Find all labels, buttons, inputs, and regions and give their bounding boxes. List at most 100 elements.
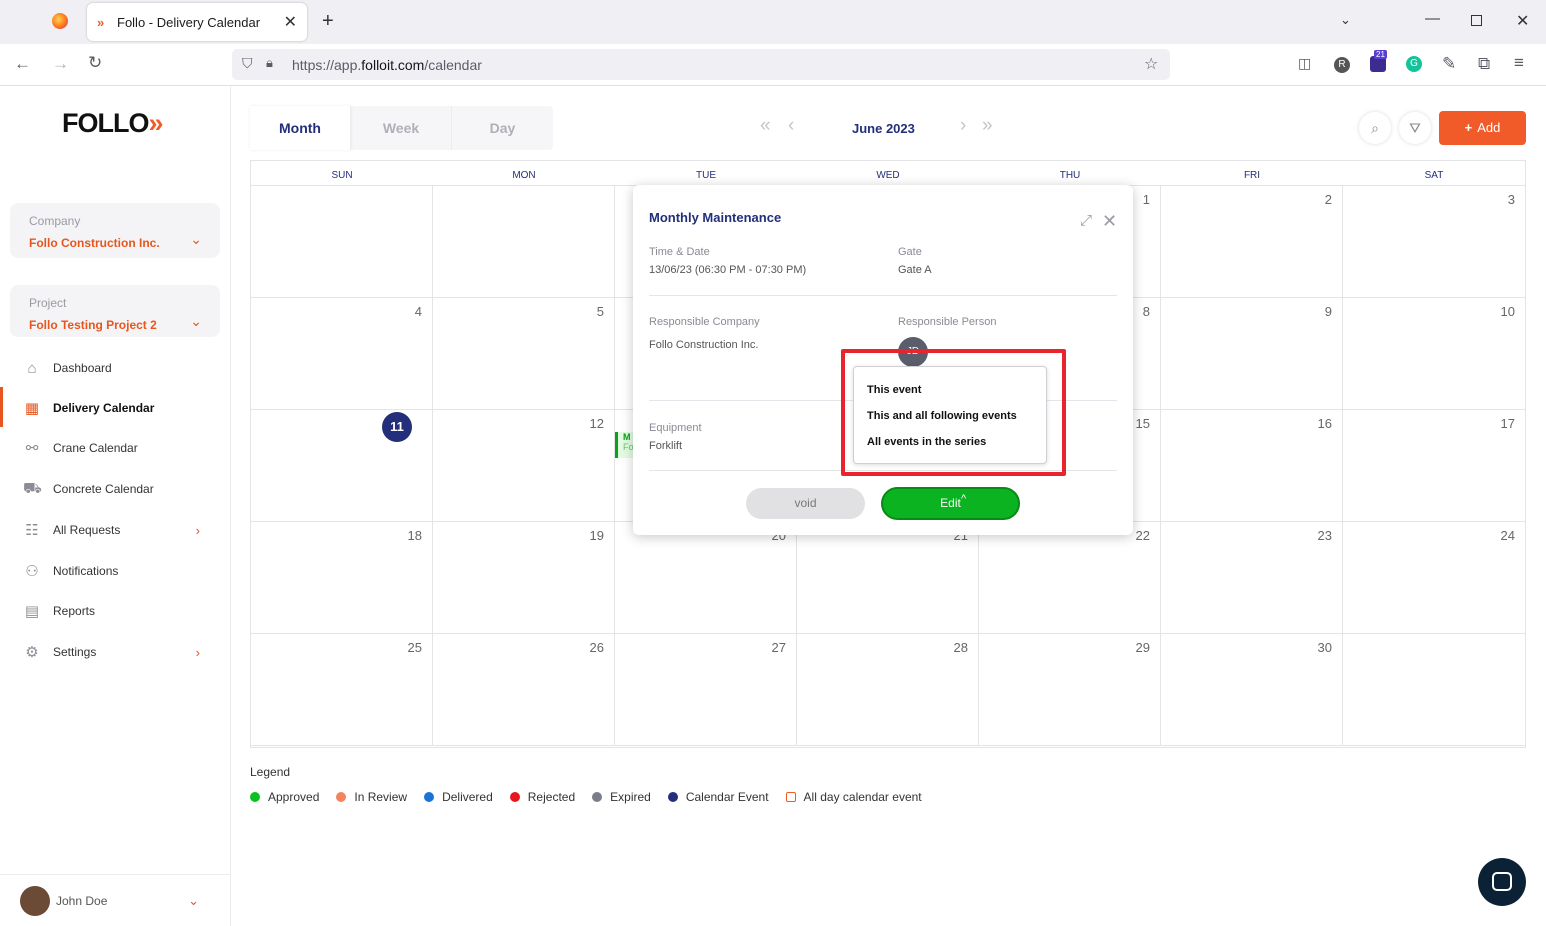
follo-favicon-icon: » xyxy=(97,14,105,30)
calendar-day-cell[interactable] xyxy=(1343,634,1525,746)
lock-icon[interactable]: 🔒︎ xyxy=(266,55,273,71)
calendar-day-cell[interactable]: 4 xyxy=(251,298,433,410)
url-bar[interactable]: ⛉ 🔒︎ https://app. folloit.com/calendar ☆ xyxy=(232,49,1170,80)
option-this-and-following[interactable]: This and all following events xyxy=(867,410,1017,422)
extensions-puzzle-icon[interactable]: ⧉ xyxy=(1478,54,1490,74)
calendar-day-cell[interactable]: 2 xyxy=(1161,186,1343,298)
grammarly-icon[interactable]: G xyxy=(1406,56,1422,72)
sidebar-item-dashboard[interactable]: ⌂ Dashboard xyxy=(0,354,230,382)
next-month-icon[interactable]: › xyxy=(960,115,966,137)
browser-tab[interactable]: » Follo - Delivery Calendar ✕ xyxy=(87,3,307,41)
company-selector[interactable]: Company Follo Construction Inc. ⌄ xyxy=(10,203,220,258)
chevron-down-icon[interactable]: ⌄ xyxy=(188,893,199,909)
day-number: 28 xyxy=(953,640,968,655)
edit-button[interactable]: Edit ^ xyxy=(881,487,1020,520)
url-path: /calendar xyxy=(424,56,482,73)
avatar xyxy=(20,885,50,916)
calendar-day-cell[interactable]: 29 xyxy=(979,634,1161,746)
add-label: Add xyxy=(1477,120,1501,135)
calendar-day-cell[interactable]: 17 xyxy=(1343,410,1525,522)
option-this-event[interactable]: This event xyxy=(867,384,921,396)
calendar-day-cell[interactable]: 19 xyxy=(433,522,615,634)
calendar-day-cell[interactable] xyxy=(251,186,433,298)
follo-logo[interactable]: FOLLO» xyxy=(62,108,164,139)
sidebar-item-delivery-calendar[interactable]: ▦ Delivery Calendar xyxy=(0,394,230,422)
firefox-icon[interactable] xyxy=(52,13,68,29)
sidebar-item-all-requests[interactable]: ☷ All Requests › xyxy=(0,516,230,544)
next-year-icon[interactable]: » xyxy=(982,115,993,137)
option-all-events[interactable]: All events in the series xyxy=(867,436,986,448)
edit-label: Edit xyxy=(940,496,961,510)
calendar-day-cell[interactable]: 30 xyxy=(1161,634,1343,746)
profile-avatar[interactable]: R xyxy=(1334,57,1350,73)
calendar-day-cell[interactable]: 26 xyxy=(433,634,615,746)
sidebar-item-label: Notifications xyxy=(53,564,119,578)
prev-year-icon[interactable]: « xyxy=(760,115,771,137)
shield-icon[interactable]: ⛉ xyxy=(242,55,253,72)
calendar-event-chip[interactable]: M Fo xyxy=(615,432,634,458)
filter-button[interactable]: ⛛ xyxy=(1399,112,1431,144)
calendar-day-cell[interactable]: 16 xyxy=(1161,410,1343,522)
pocket-icon[interactable]: ◫ xyxy=(1298,55,1311,72)
sidebar-item-label: All Requests xyxy=(53,523,121,537)
calendar-day-cell[interactable]: 18 xyxy=(251,522,433,634)
calendar-day-cell[interactable]: 10 xyxy=(1343,298,1525,410)
eyedropper-icon[interactable]: ✎ xyxy=(1442,54,1456,74)
close-tab-icon[interactable]: ✕ xyxy=(284,12,297,32)
minimize-icon[interactable]: — xyxy=(1425,10,1440,27)
equipment-label: Equipment xyxy=(649,422,702,434)
search-icon: ⌕ xyxy=(1371,120,1379,136)
calendar-day-cell[interactable]: 24 xyxy=(1343,522,1525,634)
day-number: 12 xyxy=(589,416,604,431)
new-tab-button[interactable]: + xyxy=(322,10,334,33)
sidebar-item-concrete-calendar[interactable]: ⛟ Concrete Calendar xyxy=(0,475,230,503)
calendar-day-cell[interactable]: 21 xyxy=(797,522,979,634)
calendar-day-cell[interactable]: 5 xyxy=(433,298,615,410)
prev-month-icon[interactable]: ‹ xyxy=(788,115,794,137)
calendar-day-cell[interactable]: 22 xyxy=(979,522,1161,634)
chevron-down-icon[interactable]: ⌄ xyxy=(190,313,202,330)
close-icon[interactable]: ✕ xyxy=(1102,211,1117,232)
add-button[interactable]: + Add xyxy=(1439,111,1526,145)
day-of-week-label: THU xyxy=(1059,170,1081,181)
tab-month[interactable]: Month xyxy=(250,106,351,150)
user-menu[interactable]: John Doe ⌄ xyxy=(0,874,231,926)
project-selector[interactable]: Project Follo Testing Project 2 ⌄ xyxy=(10,285,220,337)
sidebar-item-reports[interactable]: ▤ Reports xyxy=(0,597,230,625)
calendar-day-cell[interactable]: 12 xyxy=(433,410,615,522)
calendar-day-cell[interactable]: 9 xyxy=(1161,298,1343,410)
sidebar-item-notifications[interactable]: ⚇ Notifications xyxy=(0,557,230,585)
bookmark-star-icon[interactable]: ☆ xyxy=(1144,54,1158,74)
chevron-down-icon[interactable]: ⌄ xyxy=(190,231,202,248)
calendar-day-cell[interactable] xyxy=(433,186,615,298)
tab-week[interactable]: Week xyxy=(351,106,452,150)
maximize-icon[interactable] xyxy=(1471,15,1482,26)
calendar-day-cell[interactable]: 28 xyxy=(797,634,979,746)
forward-icon[interactable]: → xyxy=(52,54,69,74)
day-of-week-label: FRI xyxy=(1243,170,1261,181)
search-button[interactable]: ⌕ xyxy=(1359,112,1391,144)
tab-list-icon[interactable]: ⌄ xyxy=(1340,12,1351,28)
close-window-icon[interactable]: ✕ xyxy=(1516,11,1529,31)
tab-day[interactable]: Day xyxy=(452,106,553,150)
reload-icon[interactable]: ↻ xyxy=(88,53,102,73)
void-button[interactable]: void xyxy=(746,488,865,519)
calendar-day-cell[interactable]: 20 xyxy=(615,522,797,634)
expand-icon[interactable]: ⤢ xyxy=(1080,212,1092,229)
requests-icon: ☷ xyxy=(25,522,39,539)
day-number: 2 xyxy=(1324,192,1332,207)
time-date-value: 13/06/23 (06:30 PM - 07:30 PM) xyxy=(649,264,807,276)
sidebar-item-settings[interactable]: ⚙ Settings › xyxy=(0,638,230,666)
legend-label: Expired xyxy=(610,790,651,804)
sidebar-item-crane-calendar[interactable]: ⚯ Crane Calendar xyxy=(0,434,230,462)
menu-icon[interactable]: ≡ xyxy=(1514,53,1524,73)
calendar-day-cell[interactable]: 11 xyxy=(251,410,433,522)
gate-value: Gate A xyxy=(898,264,932,276)
calendar-day-cell[interactable]: 25 xyxy=(251,634,433,746)
calendar-day-cell[interactable]: 23 xyxy=(1161,522,1343,634)
back-icon[interactable]: ← xyxy=(14,54,31,74)
chat-launcher-button[interactable] xyxy=(1478,858,1526,906)
calendar-day-cell[interactable]: 3 xyxy=(1343,186,1525,298)
calendar-day-cell[interactable]: 27 xyxy=(615,634,797,746)
browser-tab-bar: » Follo - Delivery Calendar ✕ + ⌄ — ✕ xyxy=(0,0,1546,44)
